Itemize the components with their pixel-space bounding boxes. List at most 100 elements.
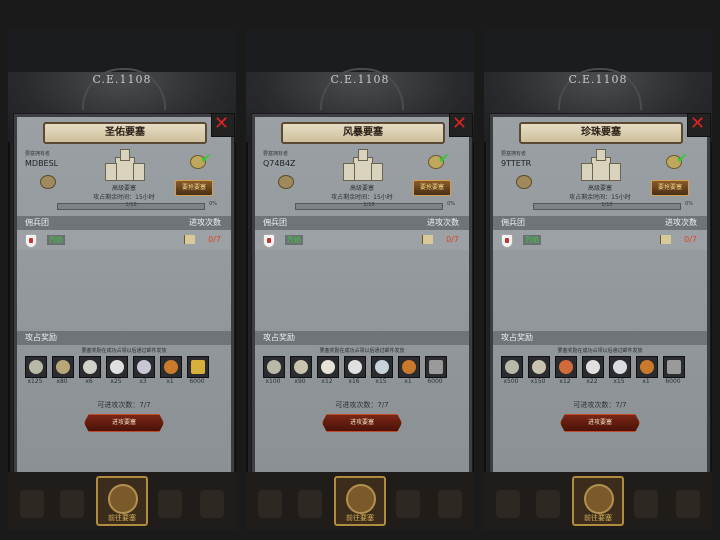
reward-qty: x25 bbox=[110, 378, 122, 385]
capture-fortress-button[interactable]: 要抢要塞 bbox=[651, 180, 689, 196]
reward-qty: x1 bbox=[404, 378, 412, 385]
reward-item[interactable] bbox=[25, 356, 47, 378]
flag-icon bbox=[184, 235, 195, 244]
reward-item[interactable] bbox=[609, 356, 631, 378]
reward-item[interactable] bbox=[290, 356, 312, 378]
castle-grade: 高级要塞 bbox=[111, 185, 136, 192]
reward-item[interactable] bbox=[106, 356, 128, 378]
nav-icon[interactable] bbox=[496, 490, 520, 518]
armor-icon bbox=[613, 360, 627, 374]
era-label: C.E.1108 bbox=[92, 73, 152, 86]
attack-count-label: 进攻次数 bbox=[665, 218, 697, 227]
top-bar bbox=[246, 30, 474, 72]
close-button[interactable]: ✕ bbox=[687, 113, 711, 137]
mercenary-row[interactable]: 烈焰 0/7 bbox=[17, 230, 231, 250]
progress-bar: 1/10 bbox=[57, 202, 205, 210]
reward-item[interactable] bbox=[398, 356, 420, 378]
reward-item[interactable] bbox=[52, 356, 74, 378]
reward-item[interactable] bbox=[636, 356, 658, 378]
era-label: C.E.1108 bbox=[568, 73, 628, 86]
reward-qty: 6000 bbox=[189, 378, 205, 385]
reward-item[interactable] bbox=[663, 356, 685, 378]
bottom-nav: 前往要塞 bbox=[484, 472, 712, 530]
reward-qty: x80 bbox=[56, 378, 68, 385]
mercenary-row[interactable]: 烈焰 0/7 bbox=[493, 230, 707, 250]
reward-item[interactable] bbox=[317, 356, 339, 378]
occupy-timer: 攻占剩余时间：15小时 bbox=[569, 194, 631, 201]
reward-header: 攻占奖励 bbox=[493, 331, 707, 345]
game-screen-3: C.E.1108 珍珠要塞 ✕ 要塞拥有者 9TTETR 高级要塞 ✔ 要抢要塞… bbox=[484, 30, 712, 530]
nav-icon[interactable] bbox=[200, 490, 224, 518]
nav-icon[interactable] bbox=[20, 490, 44, 518]
nav-icon[interactable] bbox=[60, 490, 84, 518]
reward-item[interactable] bbox=[79, 356, 101, 378]
badge-icon bbox=[191, 360, 205, 374]
emblem-icon bbox=[108, 484, 138, 514]
mercenary-name: 烈焰 bbox=[285, 235, 303, 245]
reward-item[interactable] bbox=[187, 356, 209, 378]
check-icon: ✔ bbox=[200, 151, 212, 167]
reward-label: 攻占奖励 bbox=[263, 333, 295, 342]
close-button[interactable]: ✕ bbox=[211, 113, 235, 137]
mercenary-count: 0/7 bbox=[208, 235, 221, 244]
ore-icon bbox=[532, 360, 546, 374]
reward-item[interactable] bbox=[528, 356, 550, 378]
fortress-title: 圣佑要塞 bbox=[43, 122, 207, 144]
reward-item[interactable] bbox=[582, 356, 604, 378]
castle-grade: 高级要塞 bbox=[349, 185, 374, 192]
check-icon: ✔ bbox=[438, 151, 450, 167]
attempts-remaining: 可进攻次数：7/7 bbox=[335, 401, 389, 409]
emblem-icon bbox=[346, 484, 376, 514]
reward-qty: x500 bbox=[503, 378, 519, 385]
reward-item[interactable] bbox=[501, 356, 523, 378]
crystal-icon bbox=[375, 360, 389, 374]
reward-item[interactable] bbox=[344, 356, 366, 378]
attack-fortress-button[interactable]: 进攻要塞 bbox=[322, 414, 402, 432]
nav-icon[interactable] bbox=[536, 490, 560, 518]
nav-selected-fortress[interactable]: 前往要塞 bbox=[334, 476, 386, 526]
reward-qty: x16 bbox=[348, 378, 360, 385]
nav-icon[interactable] bbox=[158, 490, 182, 518]
reward-qty: x6 bbox=[85, 378, 93, 385]
reward-qty: x1 bbox=[166, 378, 174, 385]
reward-qty: x15 bbox=[613, 378, 625, 385]
reward-qty: 6000 bbox=[427, 378, 443, 385]
attempts-remaining: 可进攻次数：7/7 bbox=[97, 401, 151, 409]
castle-icon bbox=[579, 149, 621, 181]
reward-label: 攻占奖励 bbox=[501, 333, 533, 342]
reward-item[interactable] bbox=[133, 356, 155, 378]
progress-percent: 0% bbox=[209, 201, 217, 207]
castle-grade: 高级要塞 bbox=[587, 185, 612, 192]
capture-fortress-button[interactable]: 要抢要塞 bbox=[413, 180, 451, 196]
mercenary-row[interactable]: 烈焰 0/7 bbox=[255, 230, 469, 250]
reward-qty: x150 bbox=[530, 378, 546, 385]
reward-item[interactable] bbox=[555, 356, 577, 378]
fortress-panel: 圣佑要塞 ✕ 要塞拥有者 MDBESL 高级要塞 ✔ 要抢要塞 攻占剩余时间：1… bbox=[14, 113, 235, 482]
shield-icon bbox=[501, 234, 513, 248]
nav-selected-fortress[interactable]: 前往要塞 bbox=[96, 476, 148, 526]
nav-icon[interactable] bbox=[676, 490, 700, 518]
capture-fortress-button[interactable]: 要抢要塞 bbox=[175, 180, 213, 196]
stone-icon bbox=[505, 360, 519, 374]
mercenary-label: 佣兵团 bbox=[501, 218, 525, 227]
nav-icon[interactable] bbox=[258, 490, 282, 518]
attack-fortress-button[interactable]: 进攻要塞 bbox=[84, 414, 164, 432]
reward-qty: x100 bbox=[265, 378, 281, 385]
reward-qty: x15 bbox=[375, 378, 387, 385]
nav-icon[interactable] bbox=[396, 490, 420, 518]
fortress-title: 珍珠要塞 bbox=[519, 122, 683, 144]
reward-item[interactable] bbox=[160, 356, 182, 378]
nav-icon[interactable] bbox=[298, 490, 322, 518]
nav-icon[interactable] bbox=[438, 490, 462, 518]
fortress-title: 风暴要塞 bbox=[281, 122, 445, 144]
attack-fortress-button[interactable]: 进攻要塞 bbox=[560, 414, 640, 432]
reward-list: x125 x80 x6 x25 x3 x1 6000 bbox=[25, 356, 224, 390]
reward-item[interactable] bbox=[263, 356, 285, 378]
nav-selected-label: 前往要塞 bbox=[584, 514, 612, 522]
nav-icon[interactable] bbox=[634, 490, 658, 518]
close-button[interactable]: ✕ bbox=[449, 113, 473, 137]
nav-selected-fortress[interactable]: 前往要塞 bbox=[572, 476, 624, 526]
reward-item[interactable] bbox=[425, 356, 447, 378]
reward-item[interactable] bbox=[371, 356, 393, 378]
ore-icon bbox=[83, 360, 97, 374]
